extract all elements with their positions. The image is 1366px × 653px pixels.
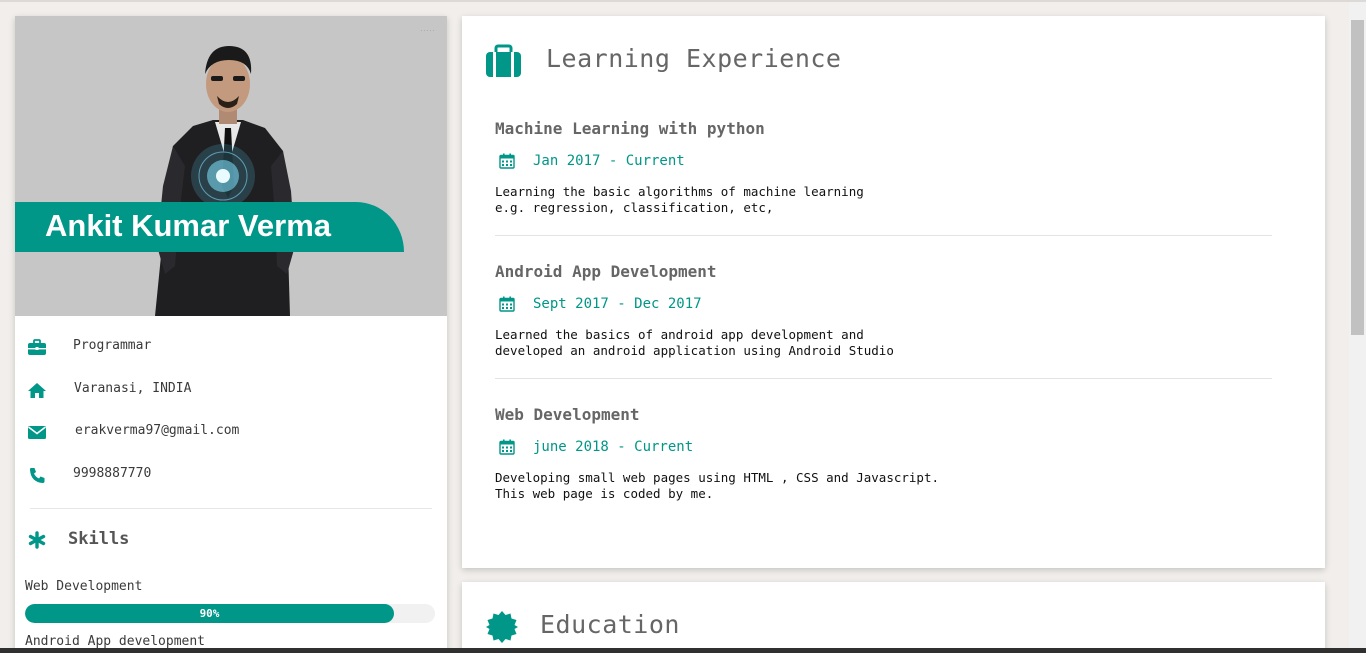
occupation-text: Programmar bbox=[73, 338, 152, 353]
info-occupation: Programmar bbox=[15, 332, 447, 362]
page-scrollbar[interactable] bbox=[1349, 2, 1366, 653]
profile-name: Ankit Kumar Verma bbox=[45, 208, 331, 243]
entry-title: Web Development bbox=[495, 405, 640, 424]
profile-photo: ····· Ankit Kumar Verma bbox=[15, 16, 447, 316]
entry-description: Learned the basics of android app develo… bbox=[495, 327, 894, 358]
calendar-icon bbox=[499, 439, 515, 455]
scrollbar-thumb[interactable] bbox=[1351, 20, 1364, 335]
skill-label: Web Development bbox=[25, 579, 143, 594]
education-title: Education bbox=[540, 610, 680, 639]
experience-entry: Machine Learning with python Jan 2017 - … bbox=[495, 119, 1272, 215]
entry-date: june 2018 - Current bbox=[533, 439, 694, 455]
info-email: erakverma97@gmail.com bbox=[15, 417, 447, 447]
entry-title: Machine Learning with python bbox=[495, 119, 765, 138]
home-icon bbox=[28, 383, 46, 398]
entry-title: Android App Development bbox=[495, 262, 717, 281]
experience-entry: Web Development june 2018 - Current Deve… bbox=[495, 405, 1272, 501]
asterisk-icon bbox=[28, 531, 46, 549]
entry-divider bbox=[495, 235, 1272, 236]
skills-title: Skills bbox=[68, 529, 130, 549]
entry-date: Sept 2017 - Dec 2017 bbox=[533, 296, 702, 312]
suitcase-icon bbox=[486, 44, 521, 77]
info-phone: 9998887770 bbox=[15, 460, 447, 490]
profile-photo-figure bbox=[155, 46, 295, 316]
education-card: Education bbox=[462, 582, 1325, 653]
location-text: Varanasi, INDIA bbox=[74, 381, 192, 396]
envelope-icon bbox=[28, 426, 46, 439]
entry-description: Developing small web pages using HTML , … bbox=[495, 470, 940, 501]
phone-icon bbox=[30, 468, 45, 483]
info-location: Varanasi, INDIA bbox=[15, 375, 447, 405]
phone-text: 9998887770 bbox=[73, 466, 152, 481]
profile-divider bbox=[30, 508, 432, 509]
calendar-icon bbox=[499, 153, 515, 169]
skill-progress-fill: 90% bbox=[25, 604, 394, 623]
badge-icon bbox=[486, 611, 518, 643]
calendar-icon bbox=[499, 296, 515, 312]
experience-entry: Android App Development Sept 2017 - Dec … bbox=[495, 262, 1272, 358]
bottom-strip bbox=[0, 648, 1366, 653]
email-link[interactable]: erakverma97@gmail.com bbox=[75, 423, 239, 438]
entry-divider bbox=[495, 378, 1272, 379]
photo-watermark: ····· bbox=[420, 28, 435, 33]
entry-description: Learning the basic algorithms of machine… bbox=[495, 184, 864, 215]
skill-progress-bar: 90% bbox=[25, 604, 435, 623]
entry-date: Jan 2017 - Current bbox=[533, 153, 685, 169]
experience-card: Learning Experience Machine Learning wit… bbox=[462, 16, 1325, 568]
skill-label: Android App development bbox=[25, 634, 206, 649]
name-banner: Ankit Kumar Verma bbox=[15, 202, 404, 252]
profile-card: ····· Ankit Kumar Verma Programmar Varan… bbox=[15, 16, 447, 653]
experience-title: Learning Experience bbox=[546, 44, 842, 73]
briefcase-icon bbox=[28, 339, 46, 355]
